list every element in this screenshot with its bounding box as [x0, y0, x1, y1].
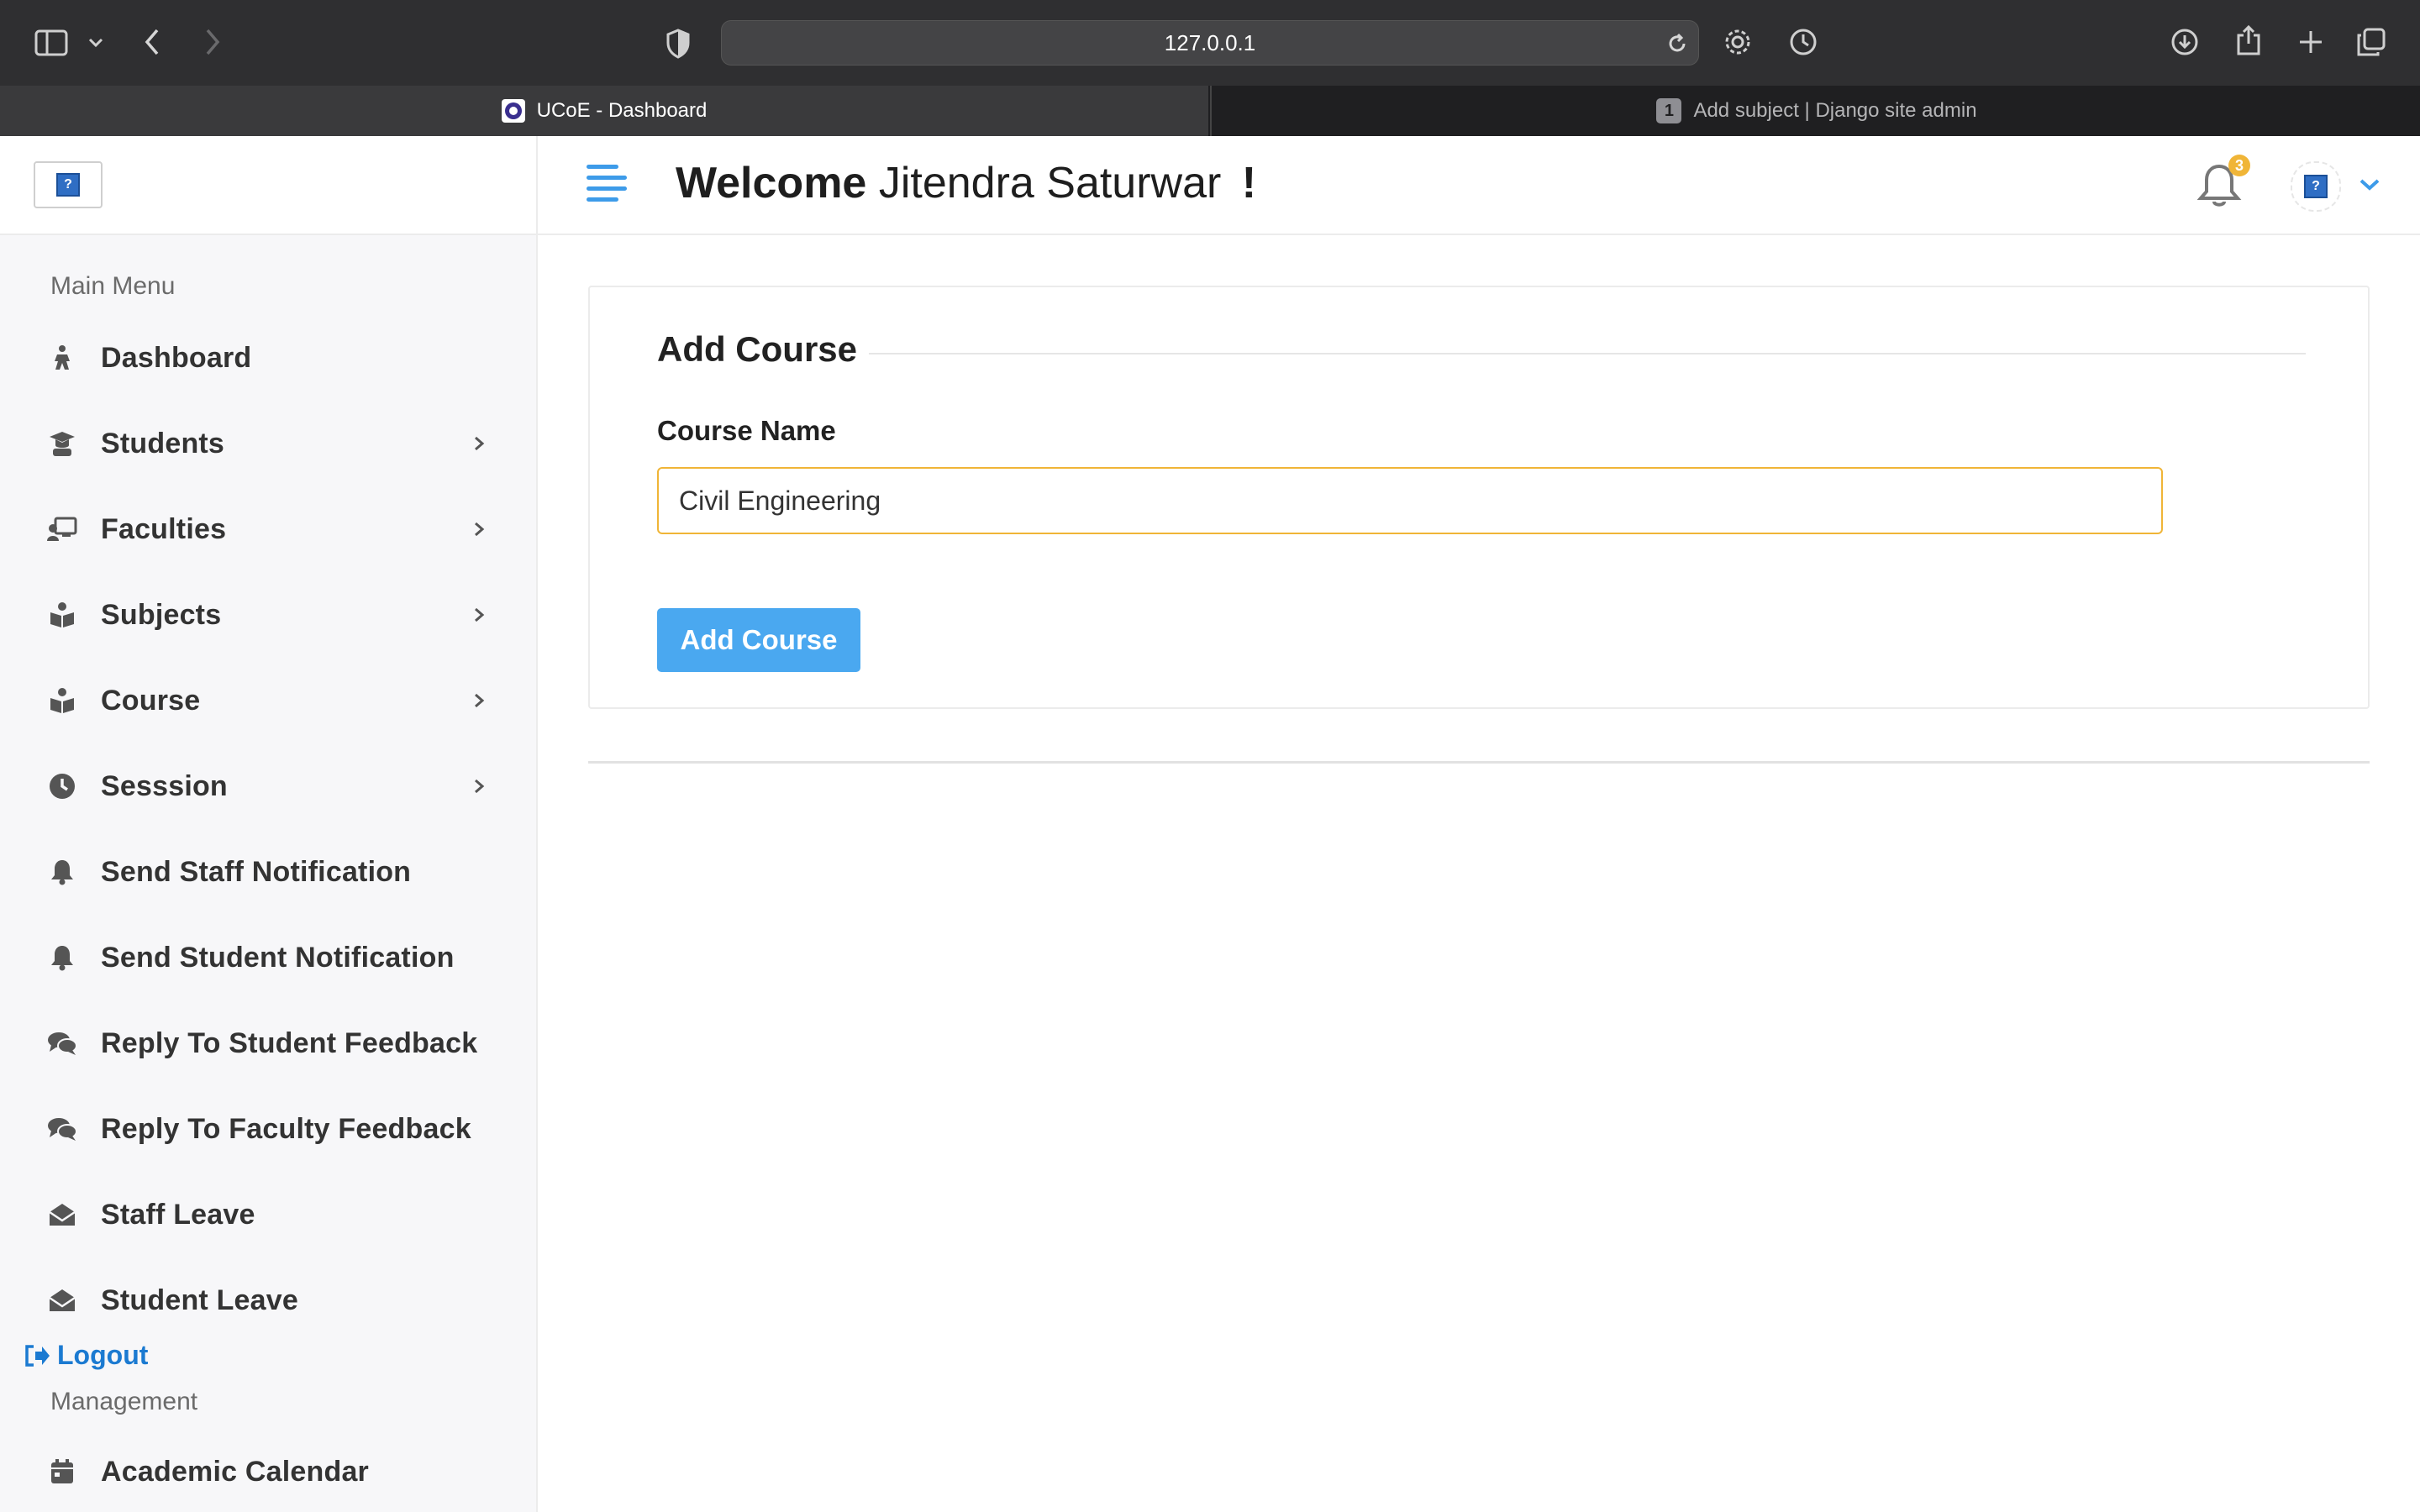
- bell-icon: [47, 942, 77, 973]
- logout-link[interactable]: Logout: [24, 1340, 148, 1371]
- clock-icon: [47, 771, 77, 801]
- sidebar-item-label: Reply To Student Feedback: [101, 1026, 478, 1059]
- welcome-word: Welcome: [676, 159, 867, 207]
- chevron-right-icon: [475, 522, 485, 537]
- sidebar: ? Main Menu Dashboard Students Faculties: [0, 136, 538, 1512]
- settings-gear-icon[interactable]: [1721, 25, 1754, 59]
- sidebar-item-course[interactable]: Course: [0, 667, 536, 734]
- sidebar-item-reply-student-feedback[interactable]: Reply To Student Feedback: [0, 1010, 536, 1077]
- book-reader-icon: [47, 685, 77, 716]
- sidebar-item-send-staff-notification[interactable]: Send Staff Notification: [0, 838, 536, 906]
- top-header: Welcome Jitendra Saturwar ! 3 ?: [538, 136, 2420, 235]
- tab-number-badge: 1: [1656, 98, 1682, 123]
- sidebar-item-label: Dashboard: [101, 341, 252, 374]
- logout-label: Logout: [57, 1340, 149, 1370]
- broken-image-icon: ?: [56, 173, 80, 197]
- sidebar-item-student-leave[interactable]: Student Leave: [0, 1267, 536, 1334]
- sidebar-item-session[interactable]: Sesssion: [0, 753, 536, 820]
- chevron-right-icon: [475, 779, 485, 794]
- title-divider: [869, 353, 2306, 354]
- sidebar-item-label: Student Leave: [101, 1284, 298, 1316]
- chevron-down-icon[interactable]: [2358, 176, 2381, 193]
- welcome-heading: Welcome Jitendra Saturwar !: [676, 158, 1256, 208]
- back-icon[interactable]: [138, 25, 166, 59]
- add-course-card: Add Course Course Name Add Course: [588, 286, 2370, 709]
- history-clock-icon[interactable]: [1786, 25, 1820, 59]
- user-name: Jitendra Saturwar: [878, 159, 1222, 207]
- tab-bar: UCoE - Dashboard 1 Add subject | Django …: [0, 86, 2420, 136]
- downloads-icon[interactable]: [2168, 25, 2202, 59]
- sidebar-item-label: Sesssion: [101, 769, 228, 802]
- share-icon[interactable]: [2232, 22, 2265, 59]
- sidebar-item-label: Faculties: [101, 512, 227, 545]
- comments-icon: [47, 1028, 77, 1058]
- app-root: ? Main Menu Dashboard Students Faculties: [0, 136, 2420, 1512]
- footer-divider: [588, 761, 2370, 764]
- teacher-icon: [47, 514, 77, 544]
- book-reader-icon: [47, 600, 77, 630]
- sidebar-item-faculties[interactable]: Faculties: [0, 496, 536, 563]
- sidebar-item-label: Subjects: [101, 598, 222, 631]
- tab-ucoe-dashboard[interactable]: UCoE - Dashboard: [0, 86, 1208, 136]
- sidebar-item-staff-leave[interactable]: Staff Leave: [0, 1181, 536, 1248]
- comments-icon: [47, 1114, 77, 1144]
- sidebar-item-label: Students: [101, 427, 225, 459]
- tab-title: Add subject | Django site admin: [1693, 99, 1977, 122]
- address-bar[interactable]: 127.0.0.1: [721, 20, 1699, 66]
- tab-django-admin[interactable]: 1 Add subject | Django site admin: [1210, 86, 2420, 136]
- broken-image-icon: ?: [2304, 175, 2328, 198]
- course-name-label: Course Name: [657, 415, 836, 446]
- forward-icon[interactable]: [198, 25, 227, 59]
- menu-toggle-icon[interactable]: [587, 165, 629, 205]
- notification-count-badge: 3: [2228, 155, 2250, 176]
- sidebar-toggle-icon[interactable]: [32, 27, 71, 59]
- envelope-open-icon: [47, 1200, 77, 1230]
- form-title: Add Course: [657, 329, 858, 369]
- site-favicon-icon: [501, 99, 525, 123]
- sidebar-item-subjects[interactable]: Subjects: [0, 581, 536, 648]
- course-name-input[interactable]: [657, 467, 2163, 534]
- chevron-down-icon[interactable]: [84, 32, 108, 54]
- section-title-main-menu: Main Menu: [50, 272, 176, 300]
- url-text: 127.0.0.1: [1164, 29, 1256, 55]
- chevron-right-icon: [475, 436, 485, 451]
- envelope-open-icon: [47, 1285, 77, 1315]
- avatar[interactable]: ?: [2291, 161, 2341, 212]
- sign-out-icon: [25, 1344, 50, 1367]
- sidebar-item-label: Staff Leave: [101, 1198, 255, 1231]
- sidebar-item-label: Course: [101, 684, 201, 717]
- reload-icon[interactable]: [1665, 31, 1690, 56]
- sidebar-item-label: Send Student Notification: [101, 941, 455, 974]
- sidebar-item-label: Academic Calendar: [101, 1455, 369, 1488]
- chevron-right-icon: [475, 693, 485, 708]
- calendar-icon: [47, 1457, 77, 1487]
- sidebar-item-label: Reply To Faculty Feedback: [101, 1112, 471, 1145]
- sidebar-item-academic-calendar[interactable]: Academic Calendar: [0, 1438, 536, 1505]
- tab-overview-icon[interactable]: [2354, 25, 2388, 59]
- sidebar-item-reply-faculty-feedback[interactable]: Reply To Faculty Feedback: [0, 1095, 536, 1163]
- bell-icon: [47, 857, 77, 887]
- sidebar-item-send-student-notification[interactable]: Send Student Notification: [0, 924, 536, 991]
- sidebar-item-label: Send Staff Notification: [101, 855, 412, 888]
- sidebar-item-dashboard[interactable]: Dashboard: [0, 324, 536, 391]
- privacy-shield-icon[interactable]: [664, 27, 692, 60]
- graduate-icon: [47, 428, 77, 459]
- add-course-button[interactable]: Add Course: [657, 608, 860, 672]
- tab-title: UCoE - Dashboard: [536, 99, 708, 122]
- logo[interactable]: ?: [34, 161, 103, 208]
- browser-toolbar: 127.0.0.1: [0, 0, 2420, 86]
- sidebar-logo-area: ?: [0, 136, 536, 235]
- dashboard-icon: [47, 343, 77, 373]
- welcome-exclaim: !: [1241, 159, 1257, 207]
- section-title-management: Management: [50, 1388, 198, 1415]
- new-tab-plus-icon[interactable]: [2294, 25, 2328, 59]
- sidebar-item-students[interactable]: Students: [0, 410, 536, 477]
- chevron-right-icon: [475, 607, 485, 622]
